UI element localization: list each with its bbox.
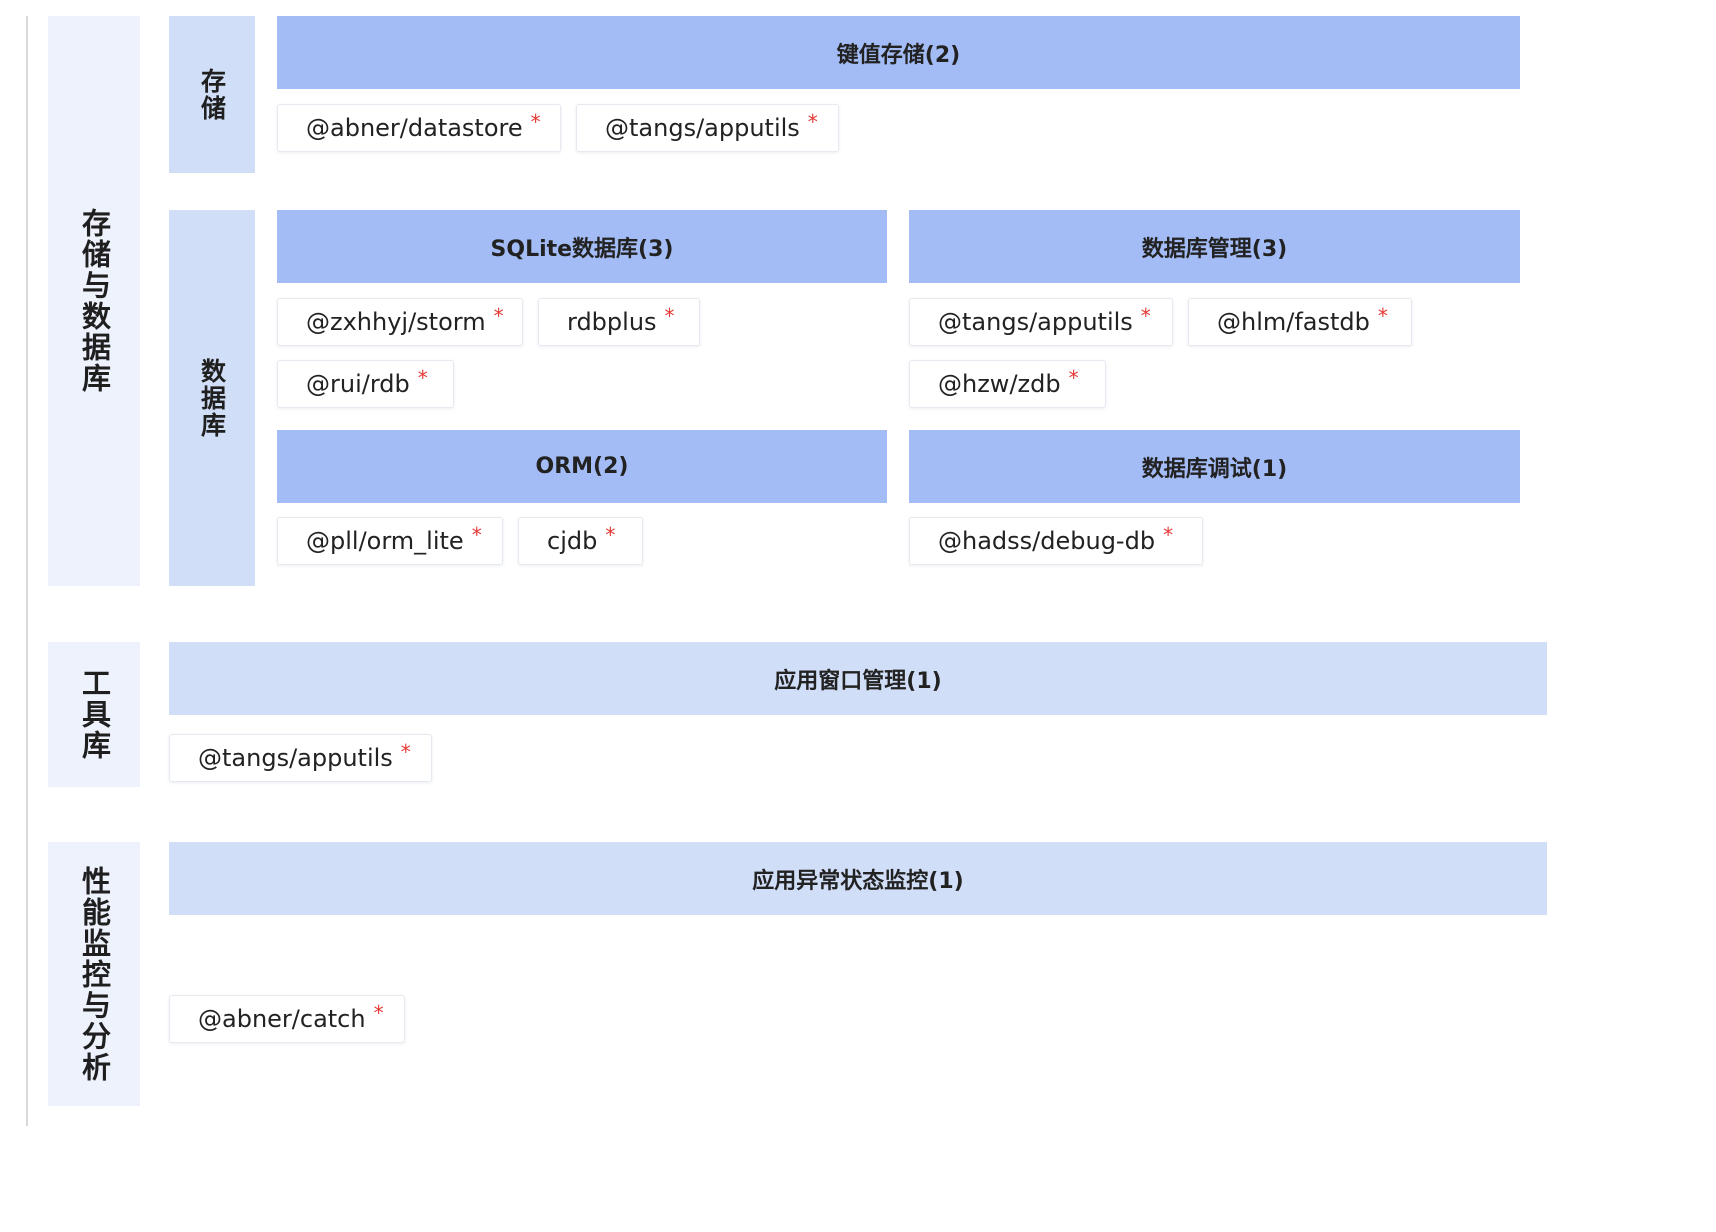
- group-header-exception-monitor: 应用异常状态监控(1): [169, 842, 1547, 915]
- marker-asterisk: *: [417, 366, 428, 390]
- library-tag[interactable]: @tangs/apputils *: [909, 298, 1173, 346]
- category-label: 性能监控与分析: [77, 865, 112, 1083]
- marker-asterisk: *: [400, 740, 411, 764]
- subcategory-database: 数据库: [169, 210, 255, 586]
- library-name: @hzw/zdb: [938, 370, 1061, 398]
- library-tag[interactable]: @hadss/debug-db *: [909, 517, 1203, 565]
- category-performance: 性能监控与分析: [48, 842, 140, 1106]
- marker-asterisk: *: [1068, 366, 1079, 390]
- library-name: @rui/rdb: [306, 370, 410, 398]
- marker-asterisk: *: [373, 1001, 384, 1025]
- library-tag[interactable]: @hlm/fastdb *: [1188, 298, 1412, 346]
- library-tag[interactable]: rdbplus *: [538, 298, 700, 346]
- library-tag[interactable]: @tangs/apputils *: [576, 104, 839, 152]
- library-name: @hadss/debug-db: [938, 527, 1156, 555]
- library-name: @pll/orm_lite: [306, 527, 464, 555]
- marker-asterisk: *: [807, 110, 818, 134]
- category-toolkit: 工具库: [48, 642, 140, 787]
- group-header-sqlite: SQLite数据库(3): [277, 210, 887, 283]
- marker-asterisk: *: [1140, 304, 1151, 328]
- library-tag[interactable]: @zxhhyj/storm *: [277, 298, 523, 346]
- library-tag[interactable]: @pll/orm_lite *: [277, 517, 503, 565]
- library-name: @tangs/apputils: [198, 744, 393, 772]
- subcategory-storage: 存储: [169, 16, 255, 173]
- library-name: @hlm/fastdb: [1217, 308, 1370, 336]
- library-name: @abner/datastore: [306, 114, 523, 142]
- library-name: rdbplus: [567, 308, 657, 336]
- left-divider-line: [26, 16, 28, 1126]
- library-tag[interactable]: @rui/rdb *: [277, 360, 454, 408]
- marker-asterisk: *: [1163, 523, 1174, 547]
- category-label: 工具库: [77, 668, 112, 761]
- group-header-db-management: 数据库管理(3): [909, 210, 1520, 283]
- library-tag[interactable]: @abner/catch *: [169, 995, 405, 1043]
- library-tag[interactable]: @tangs/apputils *: [169, 734, 432, 782]
- library-name: @abner/catch: [198, 1005, 366, 1033]
- library-name: @tangs/apputils: [605, 114, 800, 142]
- marker-asterisk: *: [493, 304, 504, 328]
- library-name: @zxhhyj/storm: [306, 308, 486, 336]
- marker-asterisk: *: [1377, 304, 1388, 328]
- marker-asterisk: *: [664, 304, 675, 328]
- library-name: @tangs/apputils: [938, 308, 1133, 336]
- library-tag[interactable]: cjdb *: [518, 517, 643, 565]
- library-tag[interactable]: @abner/datastore *: [277, 104, 561, 152]
- group-header-kv-storage: 键值存储(2): [277, 16, 1520, 89]
- group-header-db-debug: 数据库调试(1): [909, 430, 1520, 503]
- library-name: cjdb: [547, 527, 598, 555]
- marker-asterisk: *: [530, 110, 541, 134]
- category-label: 存储与数据库: [77, 208, 112, 394]
- group-header-orm: ORM(2): [277, 430, 887, 503]
- library-tag[interactable]: @hzw/zdb *: [909, 360, 1106, 408]
- subcategory-label: 存储: [197, 67, 227, 122]
- category-storage-database: 存储与数据库: [48, 16, 140, 586]
- marker-asterisk: *: [471, 523, 482, 547]
- group-header-window-management: 应用窗口管理(1): [169, 642, 1547, 715]
- marker-asterisk: *: [605, 523, 616, 547]
- subcategory-label: 数据库: [197, 357, 227, 439]
